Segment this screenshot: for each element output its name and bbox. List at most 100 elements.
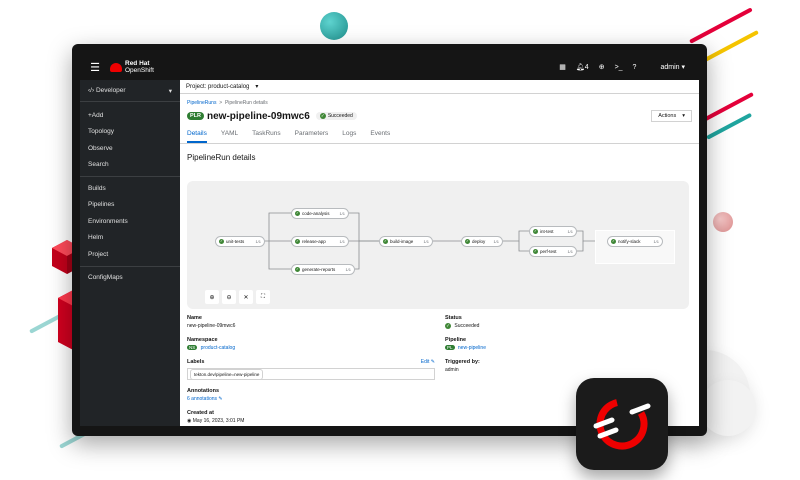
brand-line2: OpenShift (125, 67, 154, 74)
task-name: notify-slack (618, 239, 641, 244)
bell-icon: 🔔︎ (575, 64, 585, 71)
sidebar-item-pipelines[interactable]: Pipelines (80, 197, 180, 214)
actions-dropdown[interactable]: Actions ▾ (651, 110, 692, 122)
tab-details[interactable]: Details (187, 130, 207, 143)
tab-events[interactable]: Events (370, 130, 390, 143)
sidebar: ‹/› Developer ▾ +Add Topology Observe Se… (80, 80, 180, 426)
task-count: 1/1 (339, 211, 345, 216)
terminal-icon[interactable]: >_ (615, 64, 623, 71)
tab-logs[interactable]: Logs (342, 130, 356, 143)
task-count: 1/1 (255, 239, 261, 244)
task-count: 1/1 (567, 229, 573, 234)
name-label: Name (187, 315, 202, 321)
annotations-link[interactable]: 6 annotations (187, 396, 217, 402)
task-name: code-analysis (302, 211, 330, 216)
code-icon: ‹/› (88, 87, 96, 94)
triggered-value: admin (445, 367, 459, 373)
sidebar-item-helm[interactable]: Helm (80, 230, 180, 247)
edit-label: Edit (420, 359, 430, 365)
brand-logo[interactable]: Red Hat OpenShift (110, 60, 154, 74)
task-name: release-app (302, 239, 326, 244)
task-node-int-test[interactable]: ✓ int-test 1/1 (529, 226, 577, 237)
page-header: PLR new-pipeline-09mwc6 ✓ Succeeded Acti… (180, 106, 699, 122)
app-launcher-icon[interactable]: ▦ (559, 63, 566, 71)
pencil-icon: ✎ (430, 359, 435, 365)
breadcrumb-pipelineruns-link[interactable]: PipelineRuns (187, 100, 216, 106)
teal-sphere (320, 12, 348, 40)
sidebar-item-environments[interactable]: Environments (80, 213, 180, 230)
zoom-in-button[interactable]: ⊕ (205, 290, 219, 304)
created-row: ◉ May 16, 2023, 3:01 PM (187, 418, 437, 424)
caret-down-icon: ▾ (679, 64, 685, 71)
hamburger-menu-icon[interactable]: ☰ (84, 54, 106, 80)
sidebar-item-observe[interactable]: Observe (80, 140, 180, 157)
task-name: perf-test (540, 249, 557, 254)
task-name: deploy (472, 239, 486, 244)
masthead-tools: ▦ 🔔︎ 4 ⊕ >_ ? admin ▾ (559, 63, 685, 72)
check-circle-icon: ✓ (465, 239, 470, 244)
task-node-deploy[interactable]: ✓ deploy 1/1 (461, 236, 503, 247)
check-circle-icon: ✓ (295, 267, 300, 272)
sidebar-item-configmaps[interactable]: ConfigMaps (80, 270, 180, 287)
check-circle-icon: ✓ (383, 239, 388, 244)
add-icon[interactable]: ⊕ (599, 63, 605, 71)
perspective-switcher[interactable]: ‹/› Developer ▾ (80, 80, 180, 102)
annotations-row: 6 annotations ✎ (187, 396, 437, 402)
notifications-count: 4 (584, 63, 589, 71)
project-selector[interactable]: Project: product-catalog ▾ (180, 80, 699, 94)
status-label: Status (445, 315, 462, 321)
task-node-build-image[interactable]: ✓ build-image 1/1 (379, 236, 433, 247)
resource-badge: PLR (187, 112, 204, 120)
expand-icon: ⛶ (260, 293, 266, 300)
pink-sphere (713, 212, 733, 232)
page-title: new-pipeline-09mwc6 (207, 110, 310, 122)
notifications-button[interactable]: 🔔︎ 4 (575, 63, 589, 72)
pipeline-row: PL new-pipeline (445, 345, 685, 351)
pencil-icon[interactable]: ✎ (218, 396, 222, 402)
pipeline-link[interactable]: new-pipeline (458, 345, 486, 351)
triggered-label: Triggered by: (445, 359, 480, 365)
namespace-link[interactable]: product-catalog (201, 345, 235, 351)
task-name: generate-reports (302, 267, 336, 272)
reset-view-button[interactable]: ⛶ (256, 290, 270, 304)
task-node-code-analysis[interactable]: ✓ code-analysis 1/1 (291, 208, 349, 219)
tab-parameters[interactable]: Parameters (295, 130, 329, 143)
zoom-out-button[interactable]: ⊖ (222, 290, 236, 304)
user-menu[interactable]: admin ▾ (660, 63, 685, 72)
sidebar-item-project[interactable]: Project (80, 246, 180, 263)
task-node-perf-test[interactable]: ✓ perf-test 1/1 (529, 246, 577, 257)
task-node-release-app[interactable]: ✓ release-app 1/1 (291, 236, 349, 247)
details-left-column: Name new-pipeline-09mwc6 Namespace NS pr… (187, 315, 437, 424)
sidebar-item-add[interactable]: +Add (80, 107, 180, 124)
perspective-label: Developer (95, 87, 126, 94)
details-right-column: Status ✓ Succeeded Pipeline PL new-pipel… (445, 315, 685, 373)
created-label: Created at (187, 410, 214, 416)
sidebar-item-topology[interactable]: Topology (80, 124, 180, 141)
check-circle-icon: ✓ (295, 239, 300, 244)
task-node-generate-reports[interactable]: ✓ generate-reports 1/1 (291, 264, 355, 275)
task-count: 1/1 (567, 249, 573, 254)
sidebar-item-builds[interactable]: Builds (80, 180, 180, 197)
check-circle-icon: ✓ (533, 229, 538, 234)
task-node-unit-tests[interactable]: ✓ unit-tests 1/1 (215, 236, 265, 247)
tab-taskruns[interactable]: TaskRuns (252, 130, 281, 143)
breadcrumb-current: PipelineRun details (224, 100, 268, 106)
task-count: 1/1 (345, 267, 351, 272)
help-icon[interactable]: ? (633, 64, 637, 71)
marketing-stage: ☰ Red Hat OpenShift ▦ 🔔︎ 4 ⊕ >_ ? admin … (0, 0, 800, 480)
openshift-logo-icon (593, 398, 651, 450)
sidebar-item-search[interactable]: Search (80, 157, 180, 174)
created-value: May 16, 2023, 3:01 PM (192, 418, 245, 424)
fit-to-screen-button[interactable]: ✕ (239, 290, 253, 304)
check-circle-icon: ✓ (445, 323, 451, 329)
labels-box: tekton.dev/pipeline=new-pipeline (187, 368, 435, 380)
name-value: new-pipeline-09mwc6 (187, 323, 236, 329)
tab-yaml[interactable]: YAML (221, 130, 238, 143)
project-label: Project: product-catalog (186, 83, 250, 90)
task-node-notify-slack[interactable]: ✓ notify-slack 1/1 (607, 236, 663, 247)
labels-edit-button[interactable]: Edit ✎ (421, 359, 435, 365)
task-name: unit-tests (226, 239, 245, 244)
task-count: 1/1 (339, 239, 345, 244)
brand-line1: Red Hat (125, 60, 150, 67)
caret-down-icon: ▾ (255, 84, 259, 90)
